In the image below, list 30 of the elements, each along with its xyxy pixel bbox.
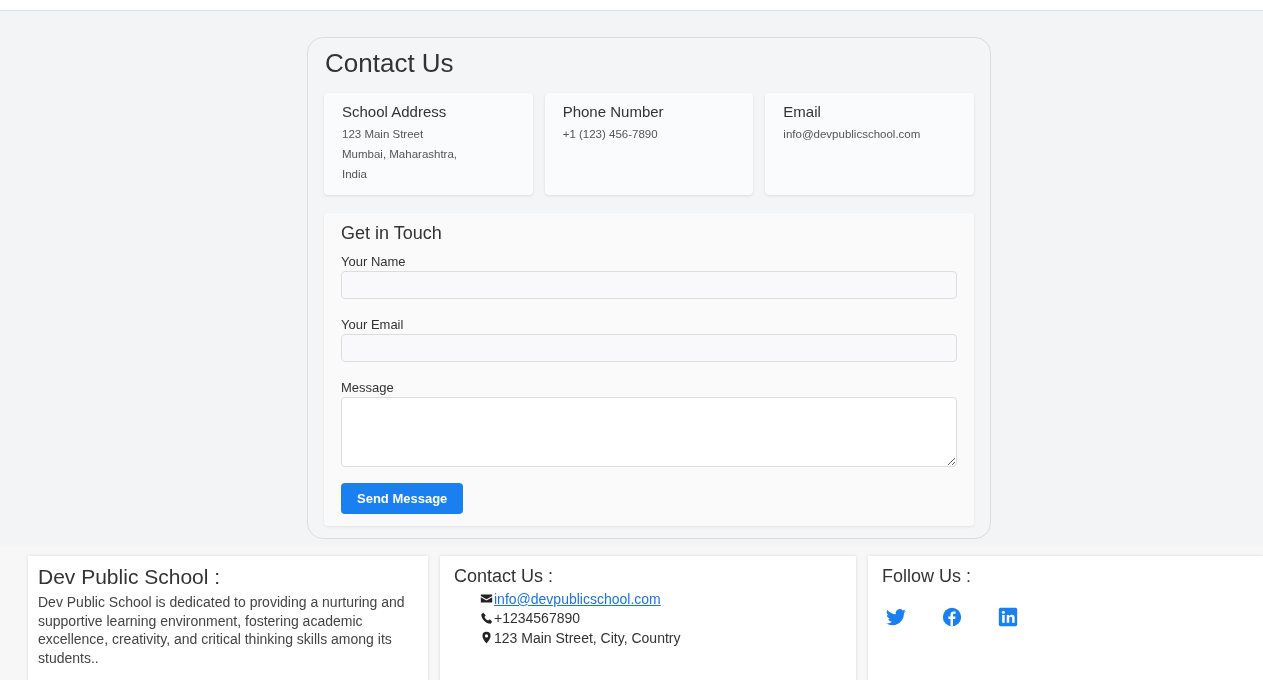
footer-title: Contact Us : — [454, 566, 555, 587]
about-text: Dev Public School is dedicated to providing a nurturing and supportive learning environment, fostering academic excellence, creativity, and critical thinking skills among its students.. — [38, 593, 406, 667]
info-heading: School Address — [342, 103, 448, 120]
info-text: +1 (123) 456-7890 — [562, 127, 659, 142]
info-text: info@devpublicschool.com — [783, 127, 922, 142]
letter-f-circle-icon[interactable] — [940, 607, 964, 627]
address-text: 123 Main Street, City, Country — [494, 629, 681, 646]
footer-title: Dev Public School : — [38, 565, 222, 589]
form-title: Get in Touch — [341, 223, 443, 244]
info-text: India — [342, 167, 368, 182]
info-heading: Phone Number — [562, 103, 665, 120]
info-text: Mumbai, Maharashtra, — [342, 147, 459, 162]
input-field[interactable] — [341, 271, 957, 299]
phone-number: +1234567890 — [494, 610, 581, 627]
field-label: Message — [341, 380, 395, 395]
in-square-icon[interactable] — [996, 607, 1020, 627]
bird-icon[interactable] — [884, 607, 908, 627]
input-field[interactable] — [341, 334, 957, 362]
info-text: 123 Main Street — [342, 127, 425, 142]
message-field[interactable] — [341, 397, 957, 467]
envelope-icon — [480, 592, 493, 606]
field-label: Your Name — [341, 254, 407, 269]
pin-icon — [480, 631, 493, 645]
info-heading: Email — [783, 103, 822, 120]
phone-icon — [480, 611, 493, 625]
email-link[interactable]: info@devpublicschool.com — [494, 590, 661, 607]
field-label: Your Email — [341, 317, 405, 332]
footer-title: Follow Us : — [882, 566, 972, 587]
send-button[interactable]: Send Message — [341, 483, 464, 514]
contact-title: Contact Us — [325, 48, 455, 79]
